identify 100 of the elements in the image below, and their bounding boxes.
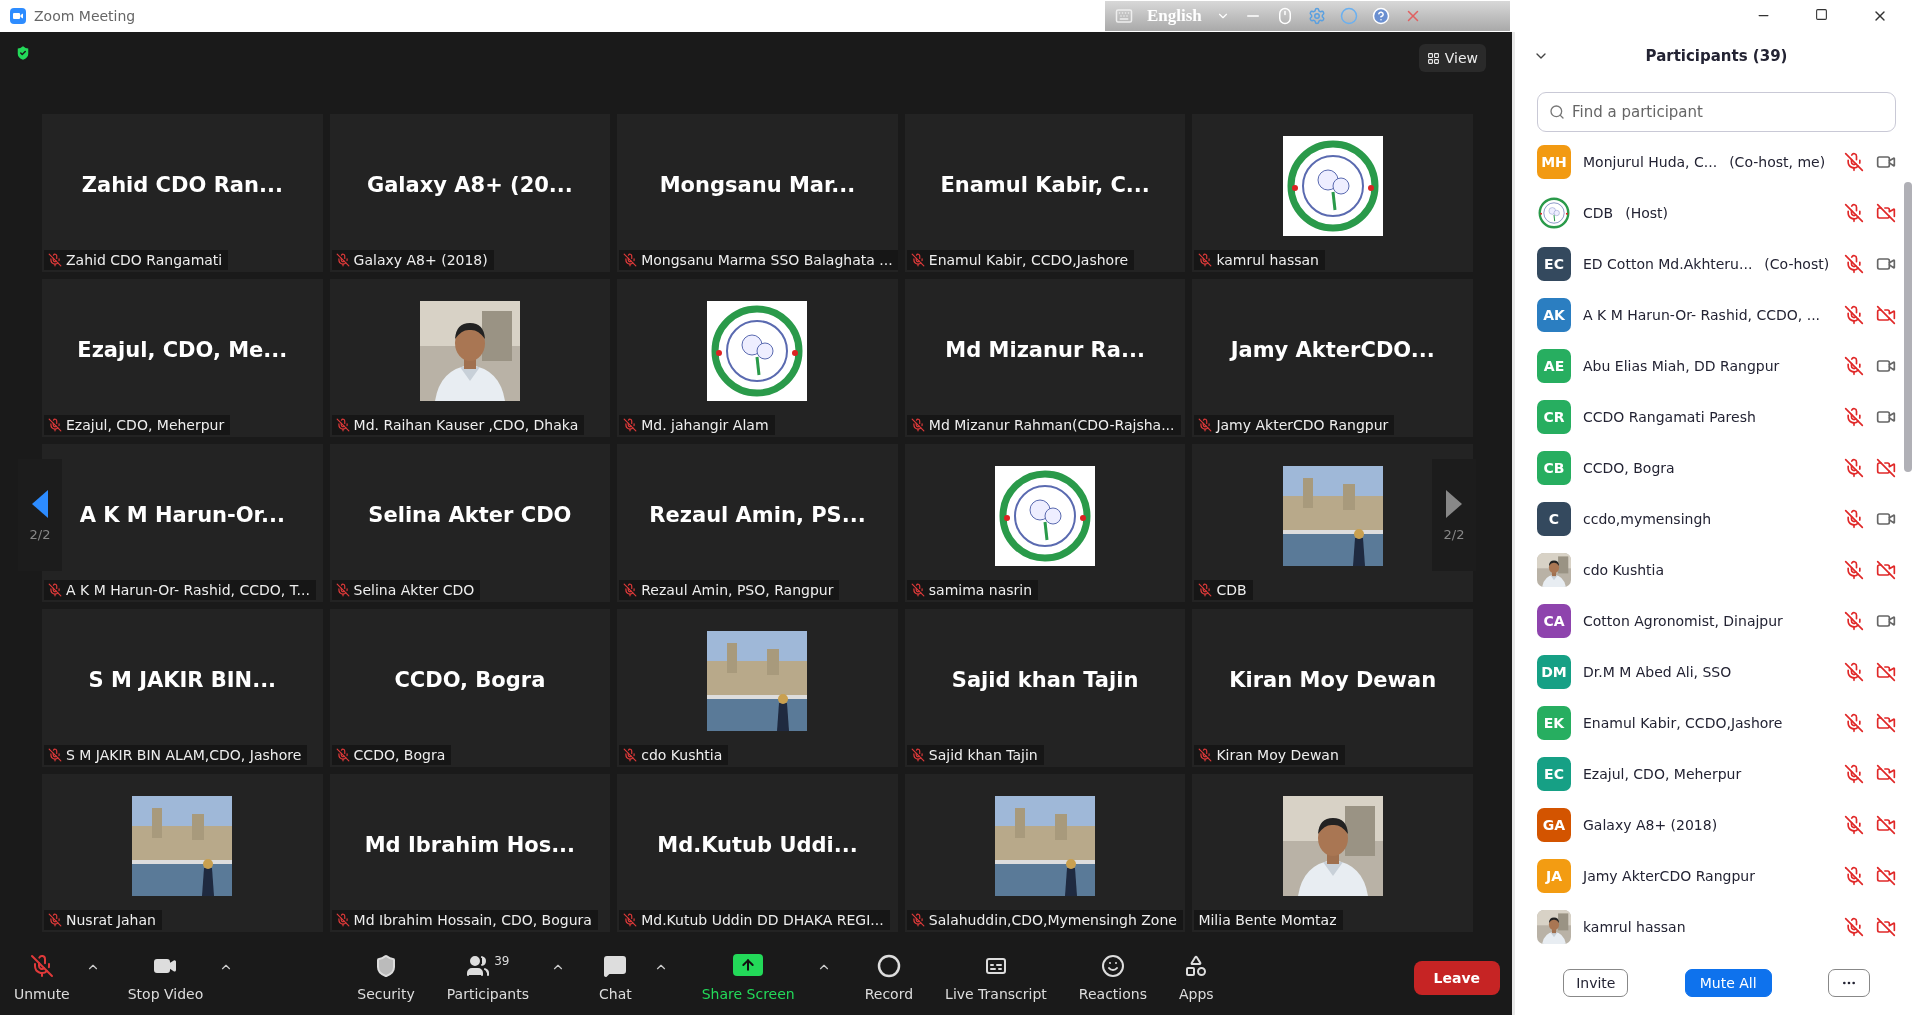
mic-off-icon[interactable]	[1844, 814, 1864, 835]
shield-icon	[374, 953, 398, 978]
reactions-button[interactable]: Reactions	[1072, 949, 1153, 1006]
window-title: Zoom Meeting	[34, 8, 136, 24]
mic-off-icon[interactable]	[1844, 202, 1864, 223]
avatar: CR	[1537, 399, 1571, 434]
mic-off-icon[interactable]	[1844, 304, 1864, 325]
tile-name: Mongsanu Marma SSO Balaghata ...	[641, 252, 893, 268]
more-button[interactable]	[1827, 969, 1870, 997]
transcript-button[interactable]: Live Transcript	[939, 949, 1053, 1006]
app-logo-icon	[10, 8, 26, 24]
participant-row[interactable]: JA Jamy AkterCDO Rangpur	[1515, 850, 1896, 901]
left-arrow-icon[interactable]	[30, 488, 50, 519]
participant-name: CCDO, Bogra	[394, 668, 546, 692]
participants-button[interactable]: 39 Participants	[440, 949, 535, 1006]
mic-off-icon[interactable]	[1844, 712, 1864, 733]
participant-name: Jamy AkterCDO Rangpur	[1583, 867, 1755, 884]
mic-off-icon[interactable]	[1844, 763, 1864, 784]
participant-name: Ezajul, CDO, Meherpur	[1583, 765, 1742, 782]
participant-row[interactable]: cdo Kushtia	[1515, 544, 1896, 595]
shield-check-icon[interactable]	[14, 44, 32, 62]
share-button[interactable]: Share Screen	[695, 949, 801, 1006]
right-arrow-icon[interactable]	[1444, 488, 1464, 519]
mic-off-icon[interactable]	[1844, 253, 1864, 274]
participant-row[interactable]: EC Ezajul, CDO, Meherpur	[1515, 748, 1896, 799]
chat-button[interactable]: Chat	[593, 949, 638, 1006]
tile-name: Milia Bente Momtaz	[1198, 912, 1337, 928]
participant-row[interactable]: AE Abu Elias Miah, DD Rangpur	[1515, 340, 1896, 391]
avatar: CA	[1537, 603, 1571, 638]
participant-row[interactable]: EC ED Cotton Md.Akhteru... (Co-host)	[1515, 238, 1896, 289]
participant-row[interactable]: AK A K M Harun-Or- Rashid, CCDO, ...	[1515, 289, 1896, 340]
video-off-icon[interactable]	[1876, 559, 1896, 580]
participant-row[interactable]: MH Monjurul Huda, C... (Co-host, me)	[1515, 136, 1896, 187]
participant-row[interactable]: kamrul hassan	[1515, 901, 1896, 951]
avatar: C	[1537, 501, 1571, 536]
participant-row[interactable]: DM Dr.M M Abed Ali, SSO	[1515, 646, 1896, 697]
maximize-icon[interactable]	[1815, 8, 1828, 21]
video-off-icon[interactable]	[1876, 457, 1896, 478]
tile-name: samima nasrin	[928, 582, 1033, 598]
tile-name: CDB	[1216, 582, 1247, 598]
participant-name: A K M Harun-Or- Rashid, CCDO, ...	[1583, 306, 1821, 323]
avatar: EK	[1537, 705, 1571, 740]
search-icon	[1549, 104, 1565, 120]
participant-name: CDB	[1583, 204, 1614, 221]
apps-button[interactable]: Apps	[1172, 949, 1220, 1006]
invite-button[interactable]: Invite	[1563, 969, 1629, 997]
participant-row[interactable]: GA Galaxy A8+ (2018)	[1515, 799, 1896, 850]
mic-off-icon[interactable]	[1844, 508, 1864, 529]
tile-name: Nusrat Jahan	[66, 912, 156, 928]
avatar: GA	[1537, 807, 1571, 842]
participant-name: Cotton Agronomist, Dinajpur	[1583, 612, 1783, 629]
mic-off-icon[interactable]	[1844, 355, 1864, 376]
participant-name: Galaxy A8+ (20...	[366, 173, 573, 197]
participant-row[interactable]: CR CCDO Rangamati Paresh	[1515, 391, 1896, 442]
mic-off-icon[interactable]	[1844, 457, 1864, 478]
scrollbar[interactable]	[1904, 182, 1912, 472]
participant-row[interactable]: CDB (Host)	[1515, 187, 1896, 238]
view-button[interactable]: View	[1418, 44, 1486, 72]
mic-off-icon[interactable]	[1844, 406, 1864, 427]
mute-all-button[interactable]: Mute All	[1684, 969, 1772, 997]
participant-row[interactable]: C ccdo,mymensingh	[1515, 493, 1896, 544]
participant-row[interactable]: CA Cotton Agronomist, Dinajpur	[1515, 595, 1896, 646]
mic-off-icon[interactable]	[1844, 559, 1864, 580]
avatar: AE	[1537, 348, 1571, 383]
video-off-icon[interactable]	[1876, 865, 1896, 886]
apps-icon	[1184, 953, 1209, 978]
participant-name: cdo Kushtia	[1583, 561, 1665, 578]
video-off-icon[interactable]	[1876, 814, 1896, 835]
security-button[interactable]: Security	[351, 949, 421, 1006]
leave-button[interactable]: Leave	[1413, 960, 1500, 995]
video-off-icon[interactable]	[1876, 712, 1896, 733]
mic-off-icon[interactable]	[1844, 661, 1864, 682]
mic-off-icon[interactable]	[1844, 610, 1864, 631]
video-off-icon[interactable]	[1876, 916, 1896, 937]
video-off-icon[interactable]	[1876, 202, 1896, 223]
tile-name: Ezajul, CDO, Meherpur	[66, 417, 225, 433]
grid-icon	[1426, 51, 1440, 65]
record-button[interactable]: Record	[858, 949, 920, 1006]
participant-name: kamrul hassan	[1583, 918, 1686, 935]
mic-off-icon[interactable]	[1844, 151, 1864, 172]
video-button[interactable]: Stop Video	[121, 949, 210, 1006]
tile-name: Rezaul Amin, PSO, Rangpur	[641, 582, 834, 598]
participant-row[interactable]: EK Enamul Kabir, CCDO,Jashore	[1515, 697, 1896, 748]
participant-name: Md.Kutub Uddi...	[657, 833, 858, 857]
role-label: (Co-host, me)	[1729, 153, 1826, 170]
participant-count: 39	[494, 953, 510, 968]
help-icon[interactable]	[1371, 7, 1390, 25]
video-off-icon[interactable]	[1876, 763, 1896, 784]
video-off-icon[interactable]	[1876, 304, 1896, 325]
role-label: (Host)	[1625, 204, 1668, 221]
participant-name: Sajid khan Tajin	[951, 668, 1139, 692]
mic-button[interactable]: Unmute	[8, 949, 76, 1006]
participant-row[interactable]: CB CCDO, Bogra	[1515, 442, 1896, 493]
tile-name: S M JAKIR BIN ALAM,CDO, Jashore	[66, 747, 302, 763]
video-off-icon[interactable]	[1876, 661, 1896, 682]
mic-off-icon[interactable]	[1844, 865, 1864, 886]
search-field[interactable]: Find a participant	[1537, 92, 1896, 132]
mic-off-icon[interactable]	[1844, 916, 1864, 937]
tile-name: A K M Harun-Or- Rashid, CCDO, T...	[66, 582, 310, 598]
tile-name: Md Ibrahim Hossain, CDO, Bogura	[353, 912, 592, 928]
